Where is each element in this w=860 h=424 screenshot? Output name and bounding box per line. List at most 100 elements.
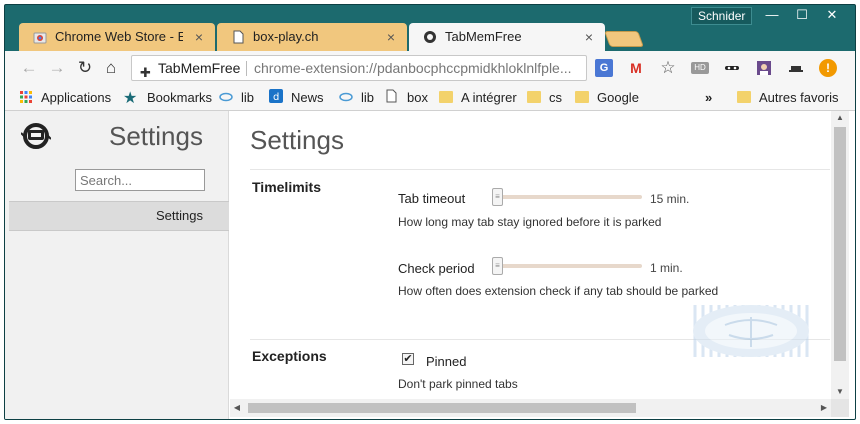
bookmark-folder-cs[interactable]: cs bbox=[527, 85, 562, 111]
bookmark-label: Google bbox=[597, 90, 639, 105]
profile-button[interactable]: Schnider bbox=[691, 7, 753, 25]
scroll-right-arrow-icon[interactable]: ▶ bbox=[817, 399, 831, 417]
folder-icon bbox=[527, 91, 541, 103]
browser-window: Schnider — ☐ ✕ Chrome Web Store - Exte ×… bbox=[4, 4, 856, 420]
tab-timeout-label: Tab timeout bbox=[398, 191, 466, 206]
bookmark-label: Applications bbox=[41, 90, 112, 105]
gmail-icon[interactable]: M bbox=[627, 59, 645, 77]
address-bar[interactable]: ✚ TabMemFree chrome-extension://pdanbocp… bbox=[131, 55, 587, 81]
horizontal-scrollbar[interactable]: ◀ ▶ bbox=[230, 399, 831, 417]
news-icon: d bbox=[269, 89, 283, 103]
forward-button[interactable]: → bbox=[47, 58, 67, 78]
bookmark-other-favorites[interactable]: Autres favoris bbox=[737, 85, 838, 111]
search-input[interactable] bbox=[75, 169, 205, 191]
tab-box-play[interactable]: box-play.ch × bbox=[217, 23, 407, 51]
section-title-timelimits: Timelimits bbox=[252, 179, 321, 195]
bookmarks-bar: Applications ★ Bookmarks lib d News lib bo… bbox=[5, 85, 855, 111]
divider bbox=[250, 169, 830, 170]
close-window-button[interactable]: ✕ bbox=[817, 5, 847, 25]
tab-timeout-value: 15 min. bbox=[650, 192, 690, 206]
tab-timeout-description: How long may tab stay ignored before it … bbox=[398, 215, 662, 229]
scrollbar-corner bbox=[831, 399, 849, 417]
scroll-down-arrow-icon[interactable]: ▼ bbox=[831, 385, 849, 399]
bookmark-label: A intégrer bbox=[461, 90, 517, 105]
sidebar-item-settings[interactable]: Settings bbox=[9, 201, 229, 231]
url-text: chrome-extension://pdanbocphccpmidkhlokl… bbox=[254, 60, 572, 76]
folder-icon bbox=[575, 91, 589, 103]
bookmark-lib[interactable]: lib bbox=[219, 85, 254, 111]
tab-tabmemfree[interactable]: TabMemFree × bbox=[409, 23, 605, 51]
sidebar-title: Settings bbox=[109, 121, 203, 151]
maximize-button[interactable]: ☐ bbox=[787, 5, 817, 25]
mask-icon[interactable] bbox=[723, 59, 741, 77]
folder-icon bbox=[439, 91, 453, 103]
bookmark-lib-2[interactable]: lib bbox=[339, 85, 374, 111]
bookmark-label: Autres favoris bbox=[759, 90, 839, 105]
page-icon bbox=[233, 30, 244, 44]
home-button[interactable]: ⌂ bbox=[101, 58, 121, 78]
check-period-slider-handle[interactable]: ≡ bbox=[492, 257, 503, 275]
scroll-left-arrow-icon[interactable]: ◀ bbox=[230, 399, 244, 417]
bookmark-folder-a-integrer[interactable]: A intégrer bbox=[439, 85, 517, 111]
minimize-button[interactable]: — bbox=[757, 5, 787, 25]
hat-icon[interactable] bbox=[787, 59, 805, 77]
pinned-label: Pinned bbox=[426, 354, 467, 369]
pinned-description: Don't park pinned tabs bbox=[398, 377, 518, 391]
close-tab-icon[interactable]: × bbox=[195, 23, 203, 51]
bookmark-label: box bbox=[407, 90, 428, 105]
bookmark-label: Bookmarks bbox=[147, 90, 213, 105]
check-period-value: 1 min. bbox=[650, 261, 683, 275]
tab-label: Chrome Web Store - Exte bbox=[55, 29, 183, 44]
lib-icon bbox=[219, 92, 233, 102]
bookmark-label: lib bbox=[361, 90, 375, 105]
site-name: TabMemFree bbox=[158, 60, 241, 76]
bookmark-bookmarks[interactable]: ★ Bookmarks bbox=[123, 85, 212, 111]
avatar-ext-icon[interactable] bbox=[755, 59, 773, 77]
tabmemfree-icon bbox=[424, 31, 436, 43]
page-content: Settings Settings Settings Timelimits Ta… bbox=[5, 111, 855, 419]
bookmark-applications[interactable]: Applications bbox=[19, 85, 111, 111]
close-tab-icon[interactable]: × bbox=[585, 23, 593, 51]
vertical-scrollbar[interactable]: ▲ ▼ bbox=[831, 111, 849, 399]
tab-timeout-slider-handle[interactable]: ≡ bbox=[492, 188, 503, 206]
page-title: Settings bbox=[250, 125, 344, 155]
check-period-label: Check period bbox=[398, 261, 475, 276]
tab-chrome-web-store[interactable]: Chrome Web Store - Exte × bbox=[19, 23, 215, 51]
check-period-slider[interactable] bbox=[492, 264, 642, 268]
page-icon bbox=[386, 89, 397, 103]
dragonfly-watermark-icon bbox=[693, 305, 809, 357]
new-tab-button[interactable] bbox=[604, 31, 644, 47]
alert-icon[interactable]: ! bbox=[819, 59, 837, 77]
pinned-checkbox[interactable]: ✔ bbox=[402, 353, 414, 365]
vertical-scroll-thumb[interactable] bbox=[834, 127, 846, 361]
lib-icon bbox=[339, 92, 353, 102]
title-bar: Schnider — ☐ ✕ Chrome Web Store - Exte ×… bbox=[5, 5, 855, 51]
bookmark-label: lib bbox=[241, 90, 255, 105]
bookmark-label: News bbox=[291, 90, 324, 105]
tab-timeout-slider[interactable] bbox=[492, 195, 642, 199]
apps-grid-icon bbox=[20, 91, 32, 103]
reload-button[interactable]: ↻ bbox=[75, 58, 95, 78]
puzzle-icon: ✚ bbox=[140, 65, 151, 80]
bookmarks-overflow-button[interactable]: » bbox=[705, 85, 712, 111]
hd-icon[interactable]: HD bbox=[691, 62, 709, 74]
tab-label: box-play.ch bbox=[253, 29, 319, 44]
settings-sidebar: Settings Settings bbox=[5, 111, 229, 419]
bookmark-label: cs bbox=[549, 90, 562, 105]
bookmark-box[interactable]: box bbox=[385, 85, 428, 111]
tabmemfree-logo-icon bbox=[21, 123, 51, 149]
tab-label: TabMemFree bbox=[445, 29, 522, 44]
translate-icon[interactable]: G bbox=[595, 59, 613, 77]
close-tab-icon[interactable]: × bbox=[387, 23, 395, 51]
bookmark-star-icon[interactable]: ☆ bbox=[659, 59, 677, 77]
bookmark-news[interactable]: d News bbox=[269, 85, 324, 111]
svg-text:d: d bbox=[273, 92, 279, 103]
scroll-up-arrow-icon[interactable]: ▲ bbox=[831, 111, 849, 125]
toolbar: ← → ↻ ⌂ ✚ TabMemFree chrome-extension://… bbox=[5, 51, 855, 85]
back-button[interactable]: ← bbox=[19, 58, 39, 78]
address-divider bbox=[246, 61, 247, 76]
bookmark-folder-google[interactable]: Google bbox=[575, 85, 639, 111]
check-period-description: How often does extension check if any ta… bbox=[398, 284, 719, 298]
horizontal-scroll-thumb[interactable] bbox=[248, 403, 636, 413]
star-icon: ★ bbox=[123, 90, 138, 107]
